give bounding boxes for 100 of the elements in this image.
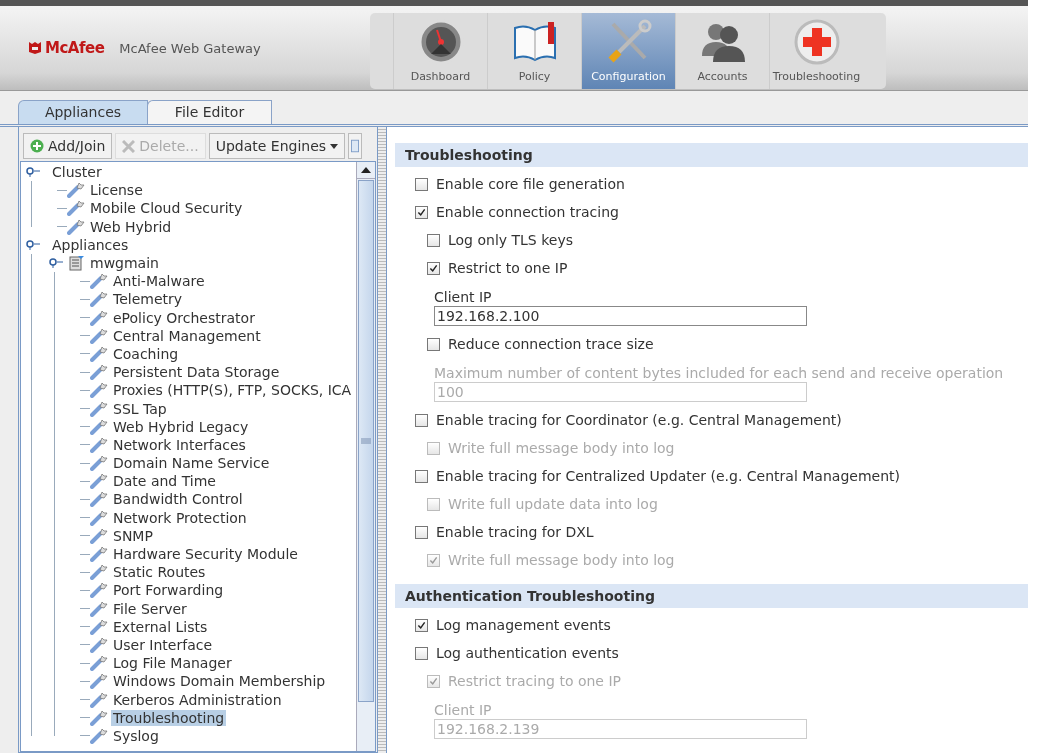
checkbox-label: Enable tracing for Centralized Updater (e.g. Central Management) bbox=[436, 468, 900, 484]
tree-item[interactable]: Network Protection bbox=[111, 509, 249, 526]
tree-item[interactable]: Windows Domain Membership bbox=[111, 673, 328, 690]
field-label: Client IP bbox=[434, 701, 493, 719]
product-name: McAfee Web Gateway bbox=[119, 40, 261, 56]
wrench-icon bbox=[90, 345, 108, 362]
wrench-icon bbox=[67, 182, 85, 199]
tree-item[interactable]: License bbox=[88, 182, 145, 199]
checkbox[interactable] bbox=[415, 618, 428, 632]
checkmark-icon bbox=[428, 554, 439, 566]
section-header: Authentication Troubleshooting bbox=[395, 584, 1028, 608]
checkbox[interactable] bbox=[427, 337, 440, 351]
tree-item[interactable]: Anti-Malware bbox=[111, 273, 207, 290]
tree-item[interactable]: Coaching bbox=[111, 345, 181, 362]
tree-item[interactable]: Troubleshooting bbox=[111, 709, 227, 726]
field-label: Client IP bbox=[434, 288, 493, 306]
scrollbar-thumb[interactable] bbox=[358, 180, 374, 702]
checkbox-label: Enable core file generation bbox=[436, 176, 625, 192]
wrench-icon bbox=[90, 436, 108, 453]
checkbox-label: Log management events bbox=[436, 617, 611, 633]
tab[interactable]: Appliances bbox=[18, 100, 148, 124]
tree-item[interactable]: mwgmain bbox=[88, 255, 161, 272]
expanded-handle-icon[interactable] bbox=[26, 239, 40, 250]
checkbox[interactable] bbox=[415, 177, 428, 191]
wrench-icon bbox=[90, 527, 108, 544]
tab[interactable]: File Editor bbox=[147, 100, 272, 124]
tree-item[interactable]: Central Management bbox=[111, 327, 263, 344]
wrench-icon bbox=[90, 309, 108, 326]
tree-item[interactable]: Port Forwarding bbox=[111, 582, 226, 599]
nav-button[interactable]: Dashboard bbox=[393, 13, 487, 89]
wrench-icon bbox=[90, 546, 108, 563]
tree-item[interactable]: Network Interfaces bbox=[111, 436, 248, 453]
tree-item[interactable]: Web Hybrid bbox=[88, 218, 174, 235]
nav-button[interactable]: Troubleshooting bbox=[769, 13, 863, 89]
tree-item[interactable]: Cluster bbox=[50, 164, 104, 181]
checkbox-label: Restrict to one IP bbox=[448, 260, 568, 276]
tree-item[interactable]: Domain Name Service bbox=[111, 455, 272, 472]
input-field[interactable]: 192.168.2.100 bbox=[434, 306, 807, 326]
wrench-icon bbox=[90, 418, 108, 435]
wrench-icon bbox=[90, 709, 108, 726]
server-icon bbox=[67, 255, 85, 272]
toolbar-button[interactable]: Update Engines bbox=[208, 133, 346, 159]
tree-item[interactable]: Static Routes bbox=[111, 564, 208, 581]
toolbar-button[interactable]: Add/Join bbox=[23, 133, 113, 159]
wrench-icon bbox=[90, 509, 108, 526]
checkbox[interactable] bbox=[427, 261, 440, 275]
plus-icon bbox=[30, 139, 44, 153]
tree-item[interactable]: Syslog bbox=[111, 727, 161, 744]
checkbox-label: Enable connection tracing bbox=[436, 204, 619, 220]
tree-item[interactable]: Persistent Data Storage bbox=[111, 364, 282, 381]
tree-item[interactable]: User Interface bbox=[111, 636, 215, 653]
tree-item[interactable]: Date and Time bbox=[111, 473, 218, 490]
grip-icon bbox=[361, 438, 371, 444]
expanded-handle-icon[interactable] bbox=[26, 167, 40, 178]
tree-item[interactable]: Hardware Security Module bbox=[111, 546, 300, 563]
tree-item[interactable]: SNMP bbox=[111, 527, 155, 544]
checkbox[interactable] bbox=[415, 413, 428, 427]
wrench-icon bbox=[90, 327, 108, 344]
wrench-icon bbox=[90, 291, 108, 308]
tree-item[interactable]: Log File Manager bbox=[111, 655, 234, 672]
tree-item[interactable]: Appliances bbox=[50, 236, 131, 253]
checkbox-label: Restrict tracing to one IP bbox=[448, 673, 621, 689]
wrench-icon bbox=[90, 364, 108, 381]
tree-item[interactable]: File Server bbox=[111, 600, 189, 617]
wrench-icon bbox=[90, 382, 108, 399]
scroll-up-arrow-icon[interactable] bbox=[361, 167, 371, 173]
tree-item[interactable]: SSL Tap bbox=[111, 400, 169, 417]
checkbox[interactable] bbox=[415, 525, 428, 539]
wrench-icon bbox=[90, 564, 108, 581]
checkbox[interactable] bbox=[415, 646, 428, 660]
checkmark-icon bbox=[416, 206, 427, 218]
cross-icon bbox=[792, 18, 841, 66]
checkbox[interactable] bbox=[415, 205, 428, 219]
tree-item[interactable]: Bandwidth Control bbox=[111, 491, 245, 508]
wrench-icon bbox=[90, 727, 108, 744]
tree-item[interactable]: Mobile Cloud Security bbox=[88, 200, 245, 217]
document-icon bbox=[351, 139, 360, 153]
wrench-icon bbox=[90, 455, 108, 472]
wrench-icon bbox=[90, 655, 108, 672]
checkmark-icon bbox=[416, 619, 427, 631]
nav-button[interactable]: Policy bbox=[487, 13, 581, 89]
section-header: Troubleshooting bbox=[395, 143, 1028, 167]
tree-item[interactable]: Telemetry bbox=[111, 291, 185, 308]
tree-item[interactable]: ePolicy Orchestrator bbox=[111, 309, 257, 326]
shield-logo-icon bbox=[28, 41, 42, 55]
wrench-icon bbox=[90, 491, 108, 508]
toolbar-button[interactable] bbox=[348, 133, 363, 159]
tree-item[interactable]: External Lists bbox=[111, 618, 210, 635]
tree-item[interactable]: Proxies (HTTP(S), FTP, SOCKS, ICA bbox=[111, 382, 354, 399]
wrench-icon bbox=[90, 400, 108, 417]
wrench-icon bbox=[90, 473, 108, 490]
tree-item[interactable]: Kerberos Administration bbox=[111, 691, 284, 708]
expanded-handle-icon[interactable] bbox=[49, 258, 63, 269]
checkbox[interactable] bbox=[427, 233, 440, 247]
brand-logo: McAfee bbox=[45, 39, 105, 57]
nav-button[interactable]: Accounts bbox=[675, 13, 769, 89]
checkbox[interactable] bbox=[415, 469, 428, 483]
tree-item[interactable]: Web Hybrid Legacy bbox=[111, 418, 251, 435]
checkmark-icon bbox=[428, 675, 439, 687]
wrench-icon bbox=[90, 691, 108, 708]
